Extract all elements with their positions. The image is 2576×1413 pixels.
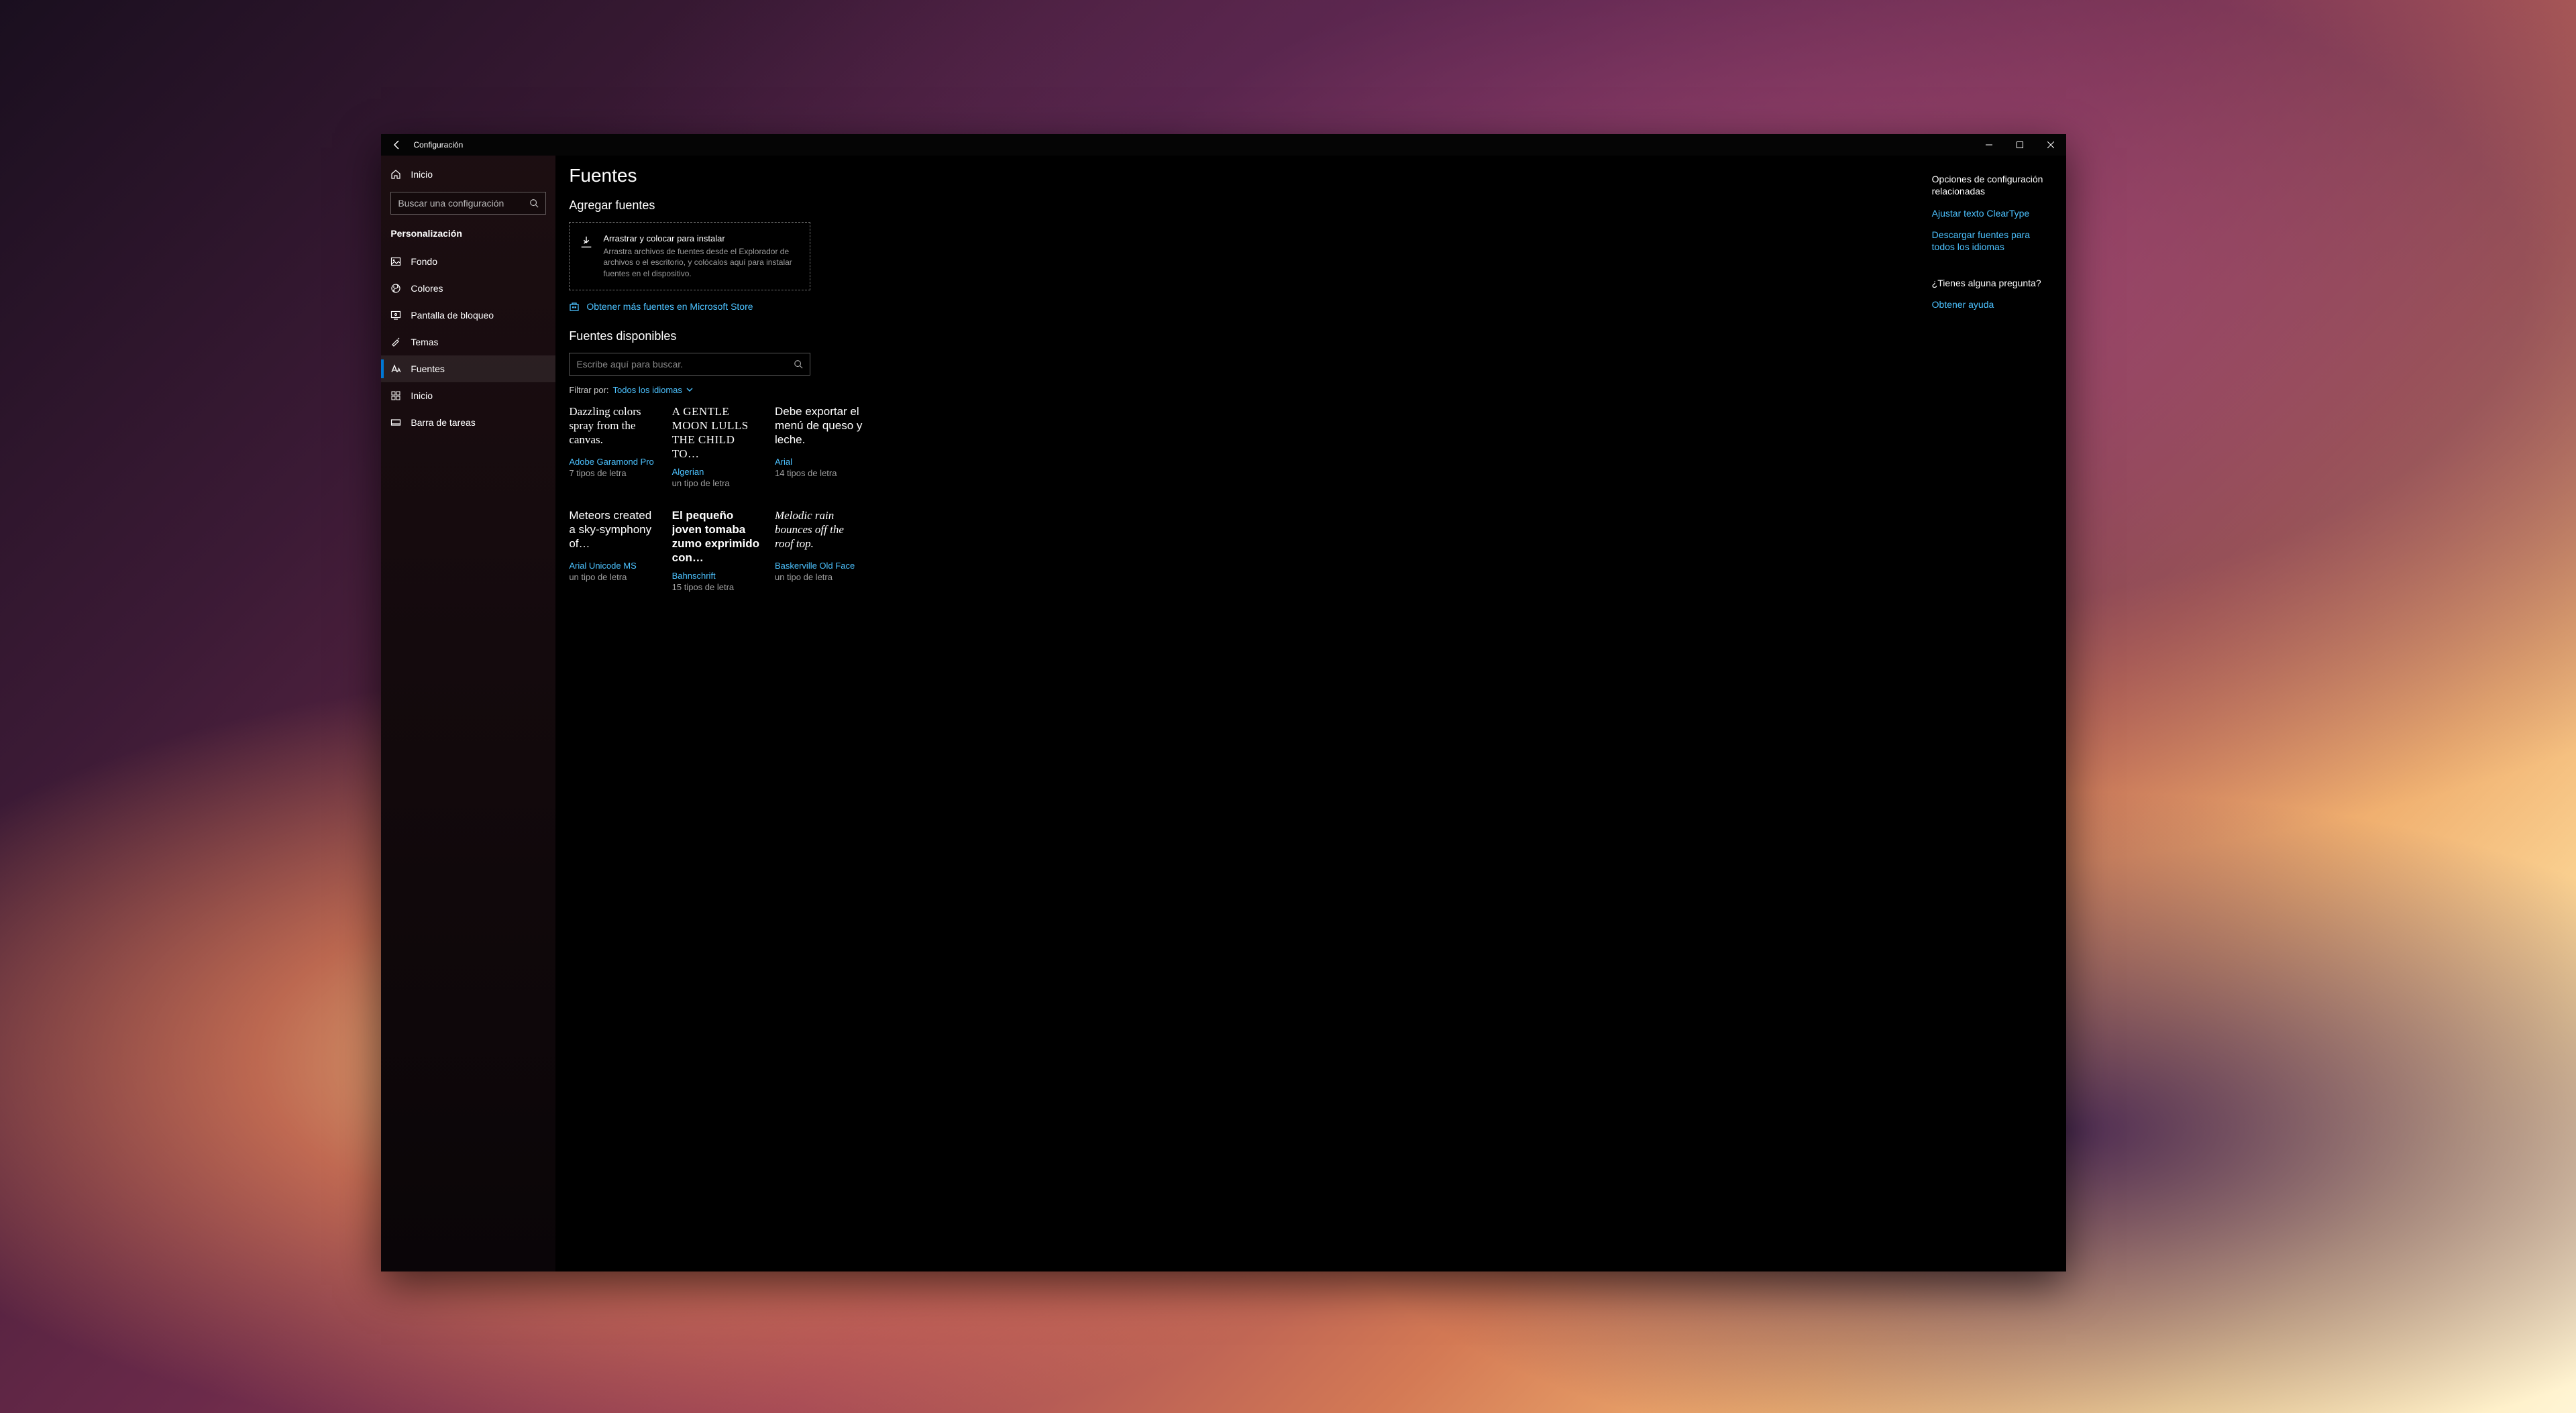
- sidebar-item-pantalla[interactable]: Pantalla de bloqueo: [381, 302, 555, 329]
- content-area: Fuentes Agregar fuentes Arrastrar y colo…: [555, 156, 2065, 1271]
- font-sample: Dazzling colors spray from the canvas.: [569, 404, 658, 451]
- fuentes-icon: [390, 363, 401, 374]
- minimize-button[interactable]: [1974, 134, 2004, 156]
- sidebar-item-fondo[interactable]: Fondo: [381, 248, 555, 275]
- sidebar: Inicio Personalización Fondo Colores Panta…: [381, 156, 555, 1271]
- colores-icon: [390, 283, 401, 294]
- store-icon: [569, 301, 580, 312]
- question-heading: ¿Tienes alguna pregunta?: [1932, 277, 2053, 289]
- sidebar-item-label: Pantalla de bloqueo: [411, 310, 494, 321]
- sidebar-item-temas[interactable]: Temas: [381, 329, 555, 355]
- sidebar-item-taskbar[interactable]: Barra de tareas: [381, 409, 555, 436]
- close-button[interactable]: [2035, 134, 2066, 156]
- settings-window: Configuración Inicio: [381, 134, 2065, 1271]
- font-faces: un tipo de letra: [569, 572, 658, 582]
- font-search[interactable]: [569, 353, 810, 376]
- back-button[interactable]: [381, 134, 413, 156]
- font-name: Adobe Garamond Pro: [569, 457, 658, 467]
- filter-row: Filtrar por: Todos los idiomas: [569, 385, 1918, 395]
- font-faces: un tipo de letra: [672, 478, 761, 488]
- font-sample: Meteors created a sky-symphony of…: [569, 508, 658, 555]
- taskbar-icon: [390, 417, 401, 428]
- font-grid: Dazzling colors spray from the canvas. Ad…: [569, 404, 864, 592]
- sidebar-home-label: Inicio: [411, 169, 433, 180]
- fondo-icon: [390, 256, 401, 267]
- font-faces: un tipo de letra: [775, 572, 864, 582]
- sidebar-search-input[interactable]: [398, 198, 529, 209]
- sidebar-search[interactable]: [390, 192, 546, 215]
- aside-link-download-fonts[interactable]: Descargar fuentes para todos los idiomas: [1932, 229, 2053, 253]
- titlebar: Configuración: [381, 134, 2065, 156]
- font-card[interactable]: Melodic rain bounces off the roof top. Ba…: [775, 508, 864, 592]
- aside-link-cleartype[interactable]: Ajustar texto ClearType: [1932, 207, 2053, 219]
- sidebar-nav: Fondo Colores Pantalla de bloqueo Temas Fuen…: [381, 248, 555, 436]
- minimize-icon: [1986, 142, 1992, 148]
- font-name: Bahnschrift: [672, 571, 761, 581]
- inicio-icon: [390, 390, 401, 401]
- sidebar-item-label: Inicio: [411, 390, 433, 401]
- font-faces: 15 tipos de letra: [672, 582, 761, 592]
- page-title: Fuentes: [569, 165, 1918, 186]
- available-fonts-heading: Fuentes disponibles: [569, 329, 1918, 343]
- add-fonts-heading: Agregar fuentes: [569, 199, 1918, 213]
- font-name: Arial: [775, 457, 864, 467]
- font-card[interactable]: Debe exportar el menú de queso y leche. A…: [775, 404, 864, 488]
- temas-icon: [390, 337, 401, 347]
- filter-value: Todos los idiomas: [613, 385, 682, 395]
- font-name: Algerian: [672, 467, 761, 477]
- window-controls: [1974, 134, 2066, 156]
- search-icon: [794, 359, 803, 369]
- font-faces: 14 tipos de letra: [775, 468, 864, 478]
- font-sample: El pequeño joven tomaba zumo exprimido c…: [672, 508, 761, 565]
- search-icon: [529, 199, 539, 208]
- sidebar-item-label: Fondo: [411, 256, 437, 267]
- sidebar-item-colores[interactable]: Colores: [381, 275, 555, 302]
- font-sample: Melodic rain bounces off the roof top.: [775, 508, 864, 555]
- sidebar-item-label: Temas: [411, 337, 438, 347]
- font-faces: 7 tipos de letra: [569, 468, 658, 478]
- sidebar-home[interactable]: Inicio: [381, 161, 555, 188]
- font-card[interactable]: A gentle moon lulls the child to… Algeria…: [672, 404, 761, 488]
- font-drop-zone[interactable]: Arrastrar y colocar para instalar Arrast…: [569, 222, 810, 290]
- window-body: Inicio Personalización Fondo Colores Panta…: [381, 156, 2065, 1271]
- filter-label: Filtrar por:: [569, 385, 608, 395]
- sidebar-item-inicio[interactable]: Inicio: [381, 382, 555, 409]
- aside-column: Opciones de configuración relacionadas A…: [1932, 156, 2066, 1271]
- pantalla-icon: [390, 310, 401, 321]
- maximize-icon: [2017, 142, 2023, 148]
- store-link-label: Obtener más fuentes en Microsoft Store: [586, 301, 753, 312]
- home-icon: [390, 169, 401, 180]
- font-sample: Debe exportar el menú de queso y leche.: [775, 404, 864, 451]
- font-sample: A gentle moon lulls the child to…: [672, 404, 761, 461]
- drop-subtitle: Arrastra archivos de fuentes desde el Ex…: [603, 246, 800, 279]
- font-card[interactable]: Dazzling colors spray from the canvas. Ad…: [569, 404, 658, 488]
- drop-title: Arrastrar y colocar para instalar: [603, 233, 800, 243]
- arrow-left-icon: [392, 139, 402, 150]
- sidebar-item-fuentes[interactable]: Fuentes: [381, 355, 555, 382]
- sidebar-section-label: Personalización: [381, 221, 555, 248]
- maximize-button[interactable]: [2004, 134, 2035, 156]
- font-card[interactable]: Meteors created a sky-symphony of… Arial …: [569, 508, 658, 592]
- aside-link-help[interactable]: Obtener ayuda: [1932, 298, 2053, 310]
- filter-dropdown[interactable]: Todos los idiomas: [613, 385, 693, 395]
- drop-icon: [579, 233, 594, 249]
- store-link[interactable]: Obtener más fuentes en Microsoft Store: [569, 301, 1918, 312]
- sidebar-item-label: Colores: [411, 283, 443, 294]
- related-settings-heading: Opciones de configuración relacionadas: [1932, 173, 2053, 197]
- sidebar-item-label: Fuentes: [411, 363, 445, 374]
- font-name: Baskerville Old Face: [775, 561, 864, 571]
- main-column: Fuentes Agregar fuentes Arrastrar y colo…: [555, 156, 1931, 1271]
- font-name: Arial Unicode MS: [569, 561, 658, 571]
- sidebar-item-label: Barra de tareas: [411, 417, 476, 428]
- font-card[interactable]: El pequeño joven tomaba zumo exprimido c…: [672, 508, 761, 592]
- chevron-down-icon: [686, 386, 693, 393]
- window-title: Configuración: [413, 140, 463, 150]
- font-search-input[interactable]: [576, 359, 794, 370]
- close-icon: [2047, 142, 2054, 148]
